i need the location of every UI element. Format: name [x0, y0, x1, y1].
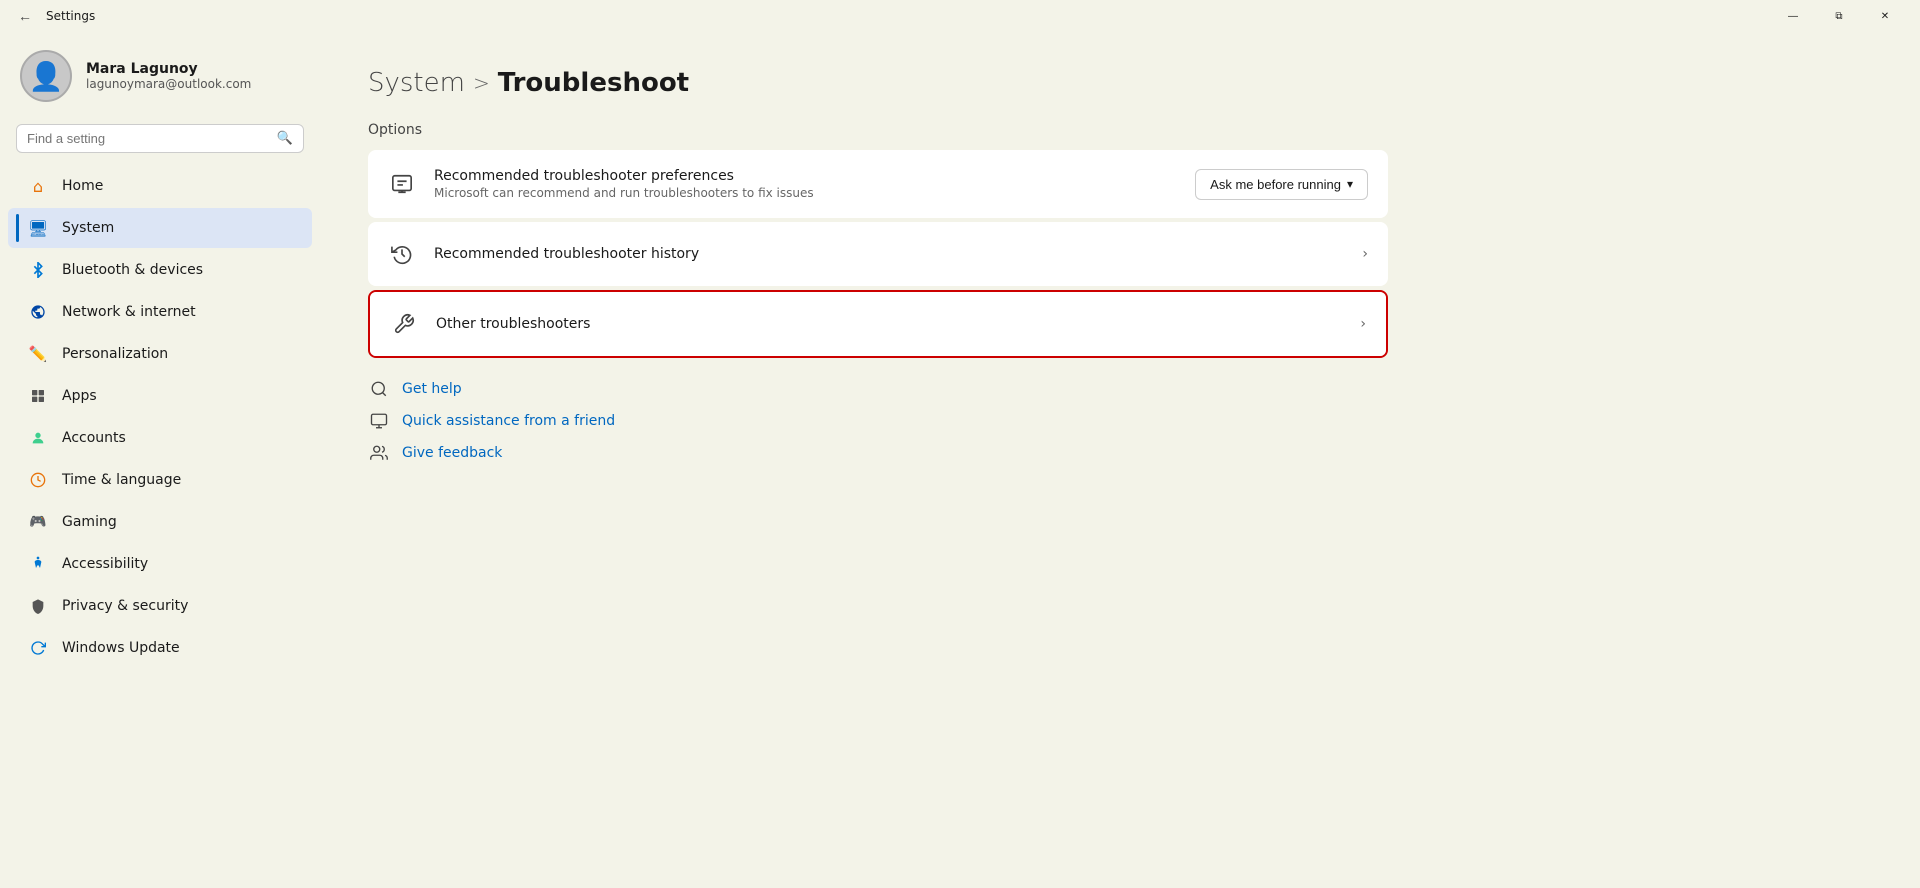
- other-troubleshooters-title: Other troubleshooters: [436, 316, 1342, 332]
- sidebar-item-apps[interactable]: Apps: [8, 376, 312, 416]
- restore-button[interactable]: ⧉: [1816, 0, 1862, 32]
- breadcrumb-separator: >: [473, 71, 490, 95]
- recommended-prefs-item[interactable]: Recommended troubleshooter preferences M…: [368, 150, 1388, 218]
- search-icon: 🔍: [277, 131, 293, 146]
- wrench-icon: [390, 310, 418, 338]
- user-section: 👤 Mara Lagunoy lagunoymara@outlook.com: [0, 32, 320, 120]
- privacy-icon: [28, 596, 48, 616]
- sidebar-item-gaming[interactable]: 🎮 Gaming: [8, 502, 312, 542]
- get-help-link[interactable]: Get help: [368, 378, 1872, 400]
- sidebar-item-update[interactable]: Windows Update: [8, 628, 312, 668]
- other-troubleshooters-card: Other troubleshooters ›: [368, 290, 1388, 358]
- search-box[interactable]: 🔍: [16, 124, 304, 153]
- sidebar-item-label-system: System: [62, 220, 114, 236]
- sidebar-item-label-apps: Apps: [62, 388, 97, 404]
- give-feedback-link[interactable]: Give feedback: [368, 442, 1872, 464]
- sidebar-item-label-accessibility: Accessibility: [62, 556, 148, 572]
- sidebar-item-label-gaming: Gaming: [62, 514, 117, 530]
- sidebar-item-label-home: Home: [62, 178, 103, 194]
- user-email: lagunoymara@outlook.com: [86, 77, 251, 91]
- options-label: Options: [368, 122, 1872, 138]
- get-help-label: Get help: [402, 381, 462, 397]
- sidebar-item-label-accounts: Accounts: [62, 430, 126, 446]
- chevron-right-other-icon: ›: [1360, 316, 1366, 332]
- sidebar-item-time[interactable]: Time & language: [8, 460, 312, 500]
- back-button[interactable]: ←: [12, 6, 38, 26]
- recommended-history-text: Recommended troubleshooter history: [434, 246, 1344, 262]
- breadcrumb: System > Troubleshoot: [368, 68, 1872, 98]
- sidebar-item-label-personalization: Personalization: [62, 346, 168, 362]
- sidebar-item-system[interactable]: 🖥 System: [8, 208, 312, 248]
- app-body: 👤 Mara Lagunoy lagunoymara@outlook.com 🔍…: [0, 32, 1920, 888]
- user-name: Mara Lagunoy: [86, 61, 251, 77]
- time-icon: [28, 470, 48, 490]
- bluetooth-icon: [28, 260, 48, 280]
- recommended-prefs-action: Ask me before running ▾: [1195, 169, 1368, 200]
- troubleshooter-prefs-icon: [388, 170, 416, 198]
- update-icon: [28, 638, 48, 658]
- sidebar-item-label-network: Network & internet: [62, 304, 196, 320]
- avatar-icon: 👤: [29, 60, 64, 93]
- history-icon: [388, 240, 416, 268]
- sidebar-item-network[interactable]: Network & internet: [8, 292, 312, 332]
- personalization-icon: ✏️: [28, 344, 48, 364]
- gaming-icon: 🎮: [28, 512, 48, 532]
- quick-assistance-label: Quick assistance from a friend: [402, 413, 615, 429]
- titlebar-left: ← Settings: [12, 6, 95, 26]
- accounts-icon: [28, 428, 48, 448]
- chevron-down-icon: ▾: [1347, 177, 1353, 191]
- system-icon: 🖥: [28, 218, 48, 238]
- minimize-button[interactable]: —: [1770, 0, 1816, 32]
- dropdown-label: Ask me before running: [1210, 177, 1341, 192]
- sidebar-item-accounts[interactable]: Accounts: [8, 418, 312, 458]
- sidebar-item-privacy[interactable]: Privacy & security: [8, 586, 312, 626]
- breadcrumb-current: Troubleshoot: [498, 68, 689, 98]
- titlebar: ← Settings — ⧉ ✕: [0, 0, 1920, 32]
- accessibility-icon: [28, 554, 48, 574]
- quick-assistance-link[interactable]: Quick assistance from a friend: [368, 410, 1872, 432]
- titlebar-controls: — ⧉ ✕: [1770, 0, 1908, 32]
- other-troubleshooters-item[interactable]: Other troubleshooters ›: [370, 292, 1386, 356]
- recommended-prefs-subtitle: Microsoft can recommend and run troubles…: [434, 186, 1177, 200]
- ask-before-running-dropdown[interactable]: Ask me before running ▾: [1195, 169, 1368, 200]
- give-feedback-label: Give feedback: [402, 445, 502, 461]
- sidebar-item-bluetooth[interactable]: Bluetooth & devices: [8, 250, 312, 290]
- quick-assistance-icon: [368, 410, 390, 432]
- give-feedback-icon: [368, 442, 390, 464]
- recommended-history-item[interactable]: Recommended troubleshooter history ›: [368, 222, 1388, 286]
- sidebar-item-label-update: Windows Update: [62, 640, 180, 656]
- sidebar-item-label-time: Time & language: [62, 472, 181, 488]
- breadcrumb-system: System: [368, 68, 465, 98]
- chevron-right-icon: ›: [1362, 246, 1368, 262]
- sidebar-item-home[interactable]: ⌂ Home: [8, 166, 312, 206]
- sidebar: 👤 Mara Lagunoy lagunoymara@outlook.com 🔍…: [0, 32, 320, 888]
- sidebar-item-label-privacy: Privacy & security: [62, 598, 188, 614]
- recommended-history-card: Recommended troubleshooter history ›: [368, 222, 1388, 286]
- user-info: Mara Lagunoy lagunoymara@outlook.com: [86, 61, 251, 91]
- recommended-history-action: ›: [1362, 246, 1368, 262]
- other-troubleshooters-text: Other troubleshooters: [436, 316, 1342, 332]
- main-content: System > Troubleshoot Options Recommende…: [320, 32, 1920, 888]
- other-troubleshooters-action: ›: [1360, 316, 1366, 332]
- sidebar-item-accessibility[interactable]: Accessibility: [8, 544, 312, 584]
- apps-icon: [28, 386, 48, 406]
- titlebar-title: Settings: [46, 9, 95, 23]
- get-help-icon: [368, 378, 390, 400]
- close-button[interactable]: ✕: [1862, 0, 1908, 32]
- search-input[interactable]: [27, 131, 269, 146]
- help-links: Get help Quick assistance from a friend: [368, 378, 1872, 464]
- recommended-history-title: Recommended troubleshooter history: [434, 246, 1344, 262]
- network-icon: [28, 302, 48, 322]
- recommended-prefs-text: Recommended troubleshooter preferences M…: [434, 168, 1177, 200]
- recommended-prefs-card: Recommended troubleshooter preferences M…: [368, 150, 1388, 218]
- sidebar-item-label-bluetooth: Bluetooth & devices: [62, 262, 203, 278]
- avatar: 👤: [20, 50, 72, 102]
- sidebar-item-personalization[interactable]: ✏️ Personalization: [8, 334, 312, 374]
- recommended-prefs-title: Recommended troubleshooter preferences: [434, 168, 1177, 184]
- home-icon: ⌂: [28, 176, 48, 196]
